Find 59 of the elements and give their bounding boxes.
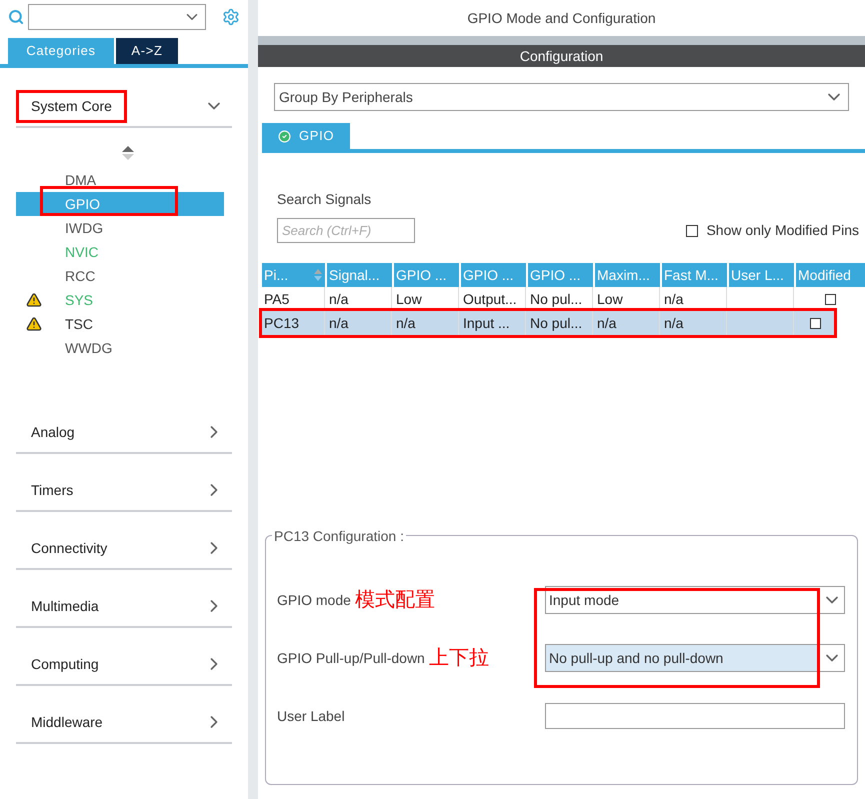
user-label-field[interactable] [545,703,845,729]
peripheral-item[interactable]: IWDG [16,216,224,240]
warning-icon [26,292,42,308]
field-label: GPIO Pull-up/Pull-down [277,648,425,668]
search-signals-label: Search Signals [277,190,372,209]
category-header[interactable]: System Core [16,86,232,128]
check-circle-icon [278,130,291,142]
item-label: TSC [65,314,93,334]
configuration-bar: Configuration [258,36,865,67]
category-header[interactable]: Analog [16,412,232,454]
category-header[interactable]: Connectivity [16,528,232,570]
settings-icon[interactable] [222,7,240,27]
peripheral-item[interactable]: TSC [16,312,224,336]
scroll-arrows-icon[interactable] [121,144,135,162]
field-label: GPIO mode [277,590,351,610]
table-cell: n/a [595,311,660,335]
category-header[interactable]: Timers [16,470,232,512]
show-modified-checkbox[interactable]: Show only Modified Pins [686,220,865,241]
table-cell: Input ... [461,311,526,335]
table-row[interactable]: PC13 n/a n/a Input ... No pul... n/a n/a [262,311,834,335]
category-label: Middleware [30,712,104,732]
category-label: Multimedia [30,596,100,616]
category-tab[interactable]: A->Z [116,38,178,64]
category-label: Analog [30,422,76,442]
peripheral-item[interactable]: DMA [16,168,224,192]
category-header[interactable]: Middleware [16,702,232,744]
table-cell: n/a [394,311,459,335]
group-by-dropdown[interactable]: Group By Peripherals [274,83,849,111]
annotation-text: 上下拉 [428,646,489,671]
search-combo[interactable] [28,4,206,30]
modified-checkbox[interactable] [810,318,820,328]
item-label: GPIO [65,194,100,214]
item-label: RCC [65,266,96,286]
category-label: Timers [30,480,74,500]
warning-icon [26,316,42,332]
item-label: IWDG [65,218,104,238]
item-label: WWDG [65,338,112,358]
item-label: SYS [65,290,94,310]
field-label: User Label [277,706,345,726]
table-cell: No pul... [528,311,593,335]
table-cell: n/a [327,311,392,335]
search-signals-field[interactable]: Search (Ctrl+F) [277,218,415,243]
annotation-text: 模式配置 [354,588,435,613]
category-label: Computing [30,654,100,674]
peripheral-item[interactable]: RCC [16,264,224,288]
category-header[interactable]: Multimedia [16,586,232,628]
peripheral-item[interactable]: WWDG [16,336,224,360]
select-field[interactable]: No pull-up and no pull-down [545,644,845,672]
table-cell: PC13 [262,311,325,335]
category-header[interactable]: Computing [16,644,232,686]
panel-title: GPIO Mode and Configuration [466,8,657,28]
table-cell: n/a [662,311,727,335]
item-label: NVIC [65,242,98,262]
category-label: System Core [16,90,127,122]
category-label: Connectivity [30,538,108,558]
search-icon [8,8,24,26]
sort-icon [313,268,323,282]
item-label: DMA [65,170,96,190]
modified-checkbox[interactable] [825,294,836,304]
